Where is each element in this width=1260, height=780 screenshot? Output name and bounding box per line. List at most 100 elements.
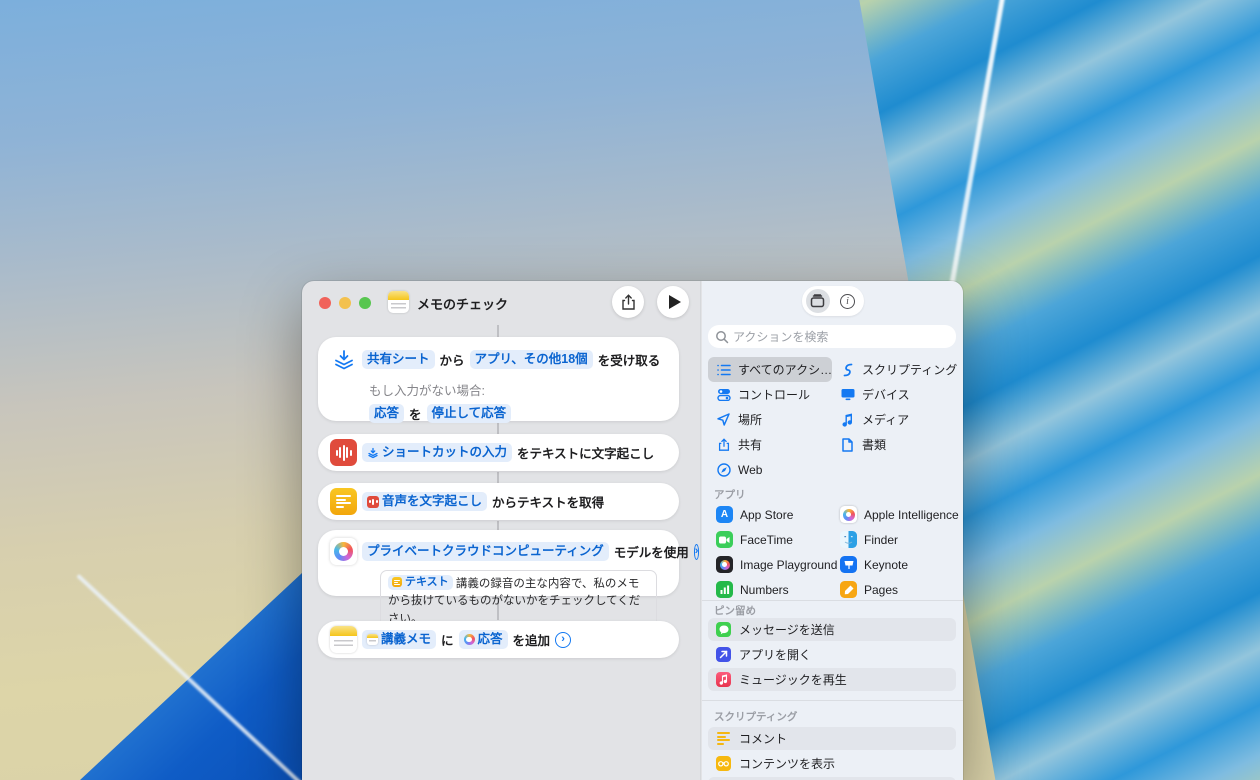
expand-chevron-icon[interactable]: › [694,544,700,560]
app-label: Apple Intelligence [864,508,959,522]
section-divider [702,600,963,601]
action-search [708,325,956,348]
action-card-transcribe[interactable]: ショートカットの入力 をテキストに文字起こし [318,434,679,471]
action-text: から [440,350,465,369]
connector [497,325,499,337]
facetime-icon [716,531,733,548]
action-card-ai-model[interactable]: プライベートクラウドコンピューティング モデルを使用 › テキスト 講義の録音の… [318,530,679,596]
action-library-sidebar: i すべてのアクシ… [702,281,963,780]
category-control[interactable]: コントロール [708,382,832,407]
media-icon [840,413,855,427]
app-label: Pages [864,583,898,597]
apps-section-header: アプリ [714,487,746,502]
receive-share-icon [330,346,357,373]
expand-chevron-icon[interactable]: › [555,632,571,648]
app-facetime[interactable]: FaceTime [708,527,832,552]
category-scripting[interactable]: スクリプティング [832,357,956,382]
category-label: 共有 [738,436,762,453]
token-voice-transcription[interactable]: 音声を文字起こし [362,492,487,511]
token-share-sheet[interactable]: 共有シート [362,350,435,369]
note-mini-icon [367,634,378,645]
token-stop-respond[interactable]: 停止して応答 [427,404,512,423]
no-input-label: もし入力がない場合: [369,380,667,399]
device-icon [840,388,855,401]
workflow-canvas: 共有シート から アプリ、その他18個 を受け取る もし入力がない場合: 応答 … [302,281,701,780]
category-label: すべてのアクシ… [738,361,832,378]
action-text: を追加 [513,630,551,649]
numbers-icon [716,581,733,598]
action-card-get-text[interactable]: 音声を文字起こし からテキストを取得 [318,483,679,520]
search-icon [715,330,729,344]
info-tab[interactable]: i [836,289,860,313]
token-respond[interactable]: 応答 [369,404,404,423]
connector [497,422,499,434]
category-location[interactable]: 場所 [708,407,832,432]
token-response[interactable]: 応答 [459,630,508,649]
text-doc-mini-icon [392,577,402,587]
app-image-playground[interactable]: Image Playground [708,552,832,577]
category-all-actions[interactable]: すべてのアクシ… [708,357,832,382]
app-apple-intelligence[interactable]: Apple Intelligence [832,502,956,527]
show-content-icon [716,756,731,771]
app-store-icon: A [716,506,733,523]
transcribe-mini-icon [367,496,379,508]
action-show-content[interactable]: コンテンツを表示 [708,752,956,775]
category-media[interactable]: メディア [832,407,956,432]
transcribe-audio-icon [330,439,357,466]
messages-icon [716,622,731,637]
action-text: を [409,404,422,423]
category-label: 場所 [738,411,762,428]
music-icon [716,672,731,687]
action-label: コンテンツを表示 [739,755,835,772]
action-text: モデルを使用 [614,542,689,561]
app-label: FaceTime [740,533,793,547]
app-label: Finder [864,533,898,547]
open-app-icon [716,647,731,662]
app-label: Numbers [740,583,789,597]
section-divider [702,700,963,701]
library-icon [810,294,825,308]
pages-icon [840,581,857,598]
finder-icon [840,531,857,548]
action-open-app[interactable]: アプリを開く [708,643,956,666]
category-web[interactable]: Web [708,457,832,482]
share-input-mini-icon [367,447,379,459]
search-input[interactable] [708,325,956,348]
control-icon [716,388,731,401]
action-card-append-note[interactable]: 講義メモ に 応答 を追加 › [318,621,679,658]
app-numbers[interactable]: Numbers [708,577,832,602]
connector [497,472,499,483]
app-pages[interactable]: Pages [832,577,956,602]
action-text: をテキストに文字起こし [517,443,654,462]
app-app-store[interactable]: A App Store [708,502,832,527]
category-label: デバイス [862,386,910,403]
scripting-icon [840,363,855,377]
token-text-variable[interactable]: テキスト [388,575,453,590]
app-keynote[interactable]: Keynote [832,552,956,577]
app-label: Keynote [864,558,908,572]
action-card-receive-share[interactable]: 共有シート から アプリ、その他18個 を受け取る もし入力がない場合: 応答 … [318,337,679,421]
info-icon: i [840,294,855,309]
library-tab[interactable] [806,289,830,313]
token-lecture-note[interactable]: 講義メモ [362,630,436,649]
action-send-message[interactable]: メッセージを送信 [708,618,956,641]
category-share[interactable]: 共有 [708,432,832,457]
category-label: コントロール [738,386,810,403]
action-play-music[interactable]: ミュージックを再生 [708,668,956,691]
category-documents[interactable]: 書類 [832,432,956,457]
action-comment[interactable]: コメント [708,727,956,750]
token-private-cloud-compute[interactable]: プライベートクラウドコンピューティング [362,542,609,561]
web-icon [716,463,731,477]
connector [497,521,499,530]
app-finder[interactable]: Finder [832,527,956,552]
image-playground-icon [716,556,733,573]
shortcuts-window: メモのチェック [302,281,963,780]
apple-intelligence-icon [330,538,357,565]
keynote-icon [840,556,857,573]
token-app-types[interactable]: アプリ、その他18個 [470,350,593,369]
location-icon [716,413,731,426]
token-shortcut-input[interactable]: ショートカットの入力 [362,443,512,462]
category-label: Web [738,463,762,477]
sidebar-mode-toggle: i [802,286,864,316]
category-device[interactable]: デバイス [832,382,956,407]
